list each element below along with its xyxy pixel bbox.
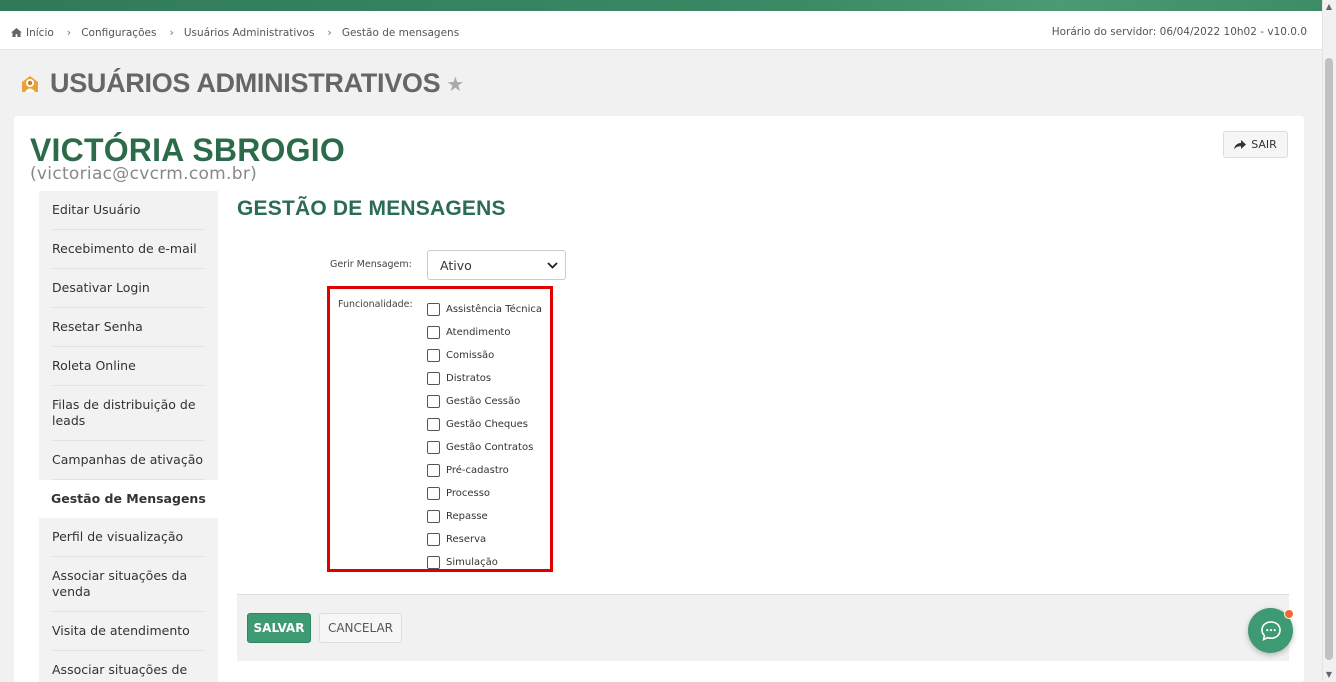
sidebar-item-gestao-mensagens[interactable]: Gestão de Mensagens — [39, 480, 218, 518]
top-accent-bar — [0, 0, 1322, 11]
sidebar-item-label: Desativar Login — [52, 269, 205, 308]
home-icon — [11, 27, 22, 37]
form-actions: SALVAR CANCELAR — [237, 594, 1289, 661]
funcionalidade-label: Funcionalidade: — [338, 299, 413, 310]
functionality-checklist: Assistência Técnica Atendimento Comissão… — [427, 298, 542, 574]
sidebar-item-editar-usuario[interactable]: Editar Usuário — [39, 191, 218, 230]
sidebar-item-associar-situacoes-venda[interactable]: Associar situações da venda — [39, 557, 218, 612]
gerir-mensagem-value: Ativo — [440, 257, 472, 273]
checkbox[interactable] — [427, 464, 440, 477]
sidebar-item-filas-distribuicao[interactable]: Filas de distribuição de leads — [39, 386, 218, 441]
checkbox-pre-cadastro[interactable]: Pré-cadastro — [427, 459, 542, 482]
checkbox-simulacao[interactable]: Simulação — [427, 551, 542, 574]
checkbox-repasse[interactable]: Repasse — [427, 505, 542, 528]
sidebar-item-associar-situacoes[interactable]: Associar situações de — [39, 651, 218, 682]
checkbox-atendimento[interactable]: Atendimento — [427, 321, 542, 344]
sidebar-item-label: Recebimento de e-mail — [52, 230, 205, 269]
checkbox-gestao-cheques[interactable]: Gestão Cheques — [427, 413, 542, 436]
sidebar-item-label: Visita de atendimento — [52, 612, 205, 651]
breadcrumb: Início › Configurações › Usuários Admini… — [11, 26, 459, 39]
checkbox-reserva[interactable]: Reserva — [427, 528, 542, 551]
sidebar-item-label: Associar situações de — [52, 651, 205, 682]
scrollbar-thumb[interactable] — [1325, 58, 1333, 660]
server-time: Horário do servidor: 06/04/2022 10h02 - … — [1051, 26, 1307, 38]
chevron-right-icon: › — [327, 26, 332, 39]
checkbox[interactable] — [427, 510, 440, 523]
sidebar-item-label: Perfil de visualização — [52, 518, 205, 557]
sidebar-item-resetar-senha[interactable]: Resetar Senha — [39, 308, 218, 347]
gerir-mensagem-select[interactable]: Ativo — [427, 250, 566, 280]
checkbox-assistencia-tecnica[interactable]: Assistência Técnica — [427, 298, 542, 321]
checkbox-gestao-contratos[interactable]: Gestão Contratos — [427, 436, 542, 459]
page-title: USUÁRIOS ADMINISTRATIVOS — [50, 68, 441, 98]
gerir-mensagem-label: Gerir Mensagem: — [330, 259, 412, 270]
cancel-button[interactable]: CANCELAR — [319, 613, 402, 643]
notification-dot — [1284, 609, 1294, 619]
share-arrow-icon — [1234, 139, 1247, 149]
save-button[interactable]: SALVAR — [247, 613, 311, 643]
checkbox-label: Distratos — [446, 373, 492, 384]
sidebar-item-visita-atendimento[interactable]: Visita de atendimento — [39, 612, 218, 651]
page-scrollbar[interactable]: ▲ ▼ — [1322, 0, 1336, 682]
checkbox[interactable] — [427, 326, 440, 339]
chevron-right-icon: › — [66, 26, 72, 39]
checkbox-label: Repasse — [446, 511, 488, 522]
checkbox[interactable] — [427, 533, 440, 546]
page-header: USUÁRIOS ADMINISTRATIVOS ★ — [18, 68, 464, 99]
chevron-down-icon — [547, 262, 558, 269]
breadcrumb-label: Início — [26, 26, 54, 39]
checkbox-processo[interactable]: Processo — [427, 482, 542, 505]
sidebar-item-label: Roleta Online — [52, 347, 205, 386]
checkbox-label: Assistência Técnica — [446, 304, 543, 315]
sair-label: SAIR — [1251, 138, 1277, 151]
star-icon[interactable]: ★ — [446, 72, 464, 96]
breadcrumb-item-inicio[interactable]: Início — [11, 27, 54, 39]
scroll-up-icon[interactable]: ▲ — [1325, 3, 1333, 11]
checkbox-gestao-cessao[interactable]: Gestão Cessão — [427, 390, 542, 413]
checkbox-label: Processo — [446, 488, 491, 499]
checkbox[interactable] — [427, 349, 440, 362]
checkbox[interactable] — [427, 441, 440, 454]
checkbox[interactable] — [427, 395, 440, 408]
sidebar: Editar Usuário Recebimento de e-mail Des… — [39, 191, 218, 682]
checkbox-label: Gestão Contratos — [446, 442, 534, 453]
checkbox-label: Reserva — [446, 534, 487, 545]
sidebar-item-recebimento-email[interactable]: Recebimento de e-mail — [39, 230, 218, 269]
checkbox-label: Simulação — [446, 557, 498, 568]
checkbox-comissao[interactable]: Comissão — [427, 344, 542, 367]
breadcrumb-item-configuracoes[interactable]: Configurações — [81, 27, 156, 39]
sidebar-item-label: Resetar Senha — [52, 308, 205, 347]
sidebar-item-roleta-online[interactable]: Roleta Online — [39, 347, 218, 386]
checkbox-label: Pré-cadastro — [446, 465, 509, 476]
scroll-down-icon[interactable]: ▼ — [1325, 671, 1333, 679]
checkbox-label: Comissão — [446, 350, 495, 361]
sidebar-item-label: Campanhas de ativação — [52, 441, 205, 480]
checkbox-label: Gestão Cessão — [446, 396, 521, 407]
chevron-right-icon: › — [169, 26, 174, 39]
checkbox[interactable] — [427, 418, 440, 431]
sidebar-item-desativar-login[interactable]: Desativar Login — [39, 269, 218, 308]
checkbox[interactable] — [427, 487, 440, 500]
sidebar-item-label: Editar Usuário — [52, 191, 205, 230]
checkbox[interactable] — [427, 303, 440, 316]
user-email: (victoriac@cvcrm.com.br) — [30, 164, 258, 184]
checkbox-distratos[interactable]: Distratos — [427, 367, 542, 390]
section-title: GESTÃO DE MENSAGENS — [237, 197, 506, 220]
breadcrumb-item-current: Gestão de mensagens — [341, 26, 460, 39]
breadcrumb-item-usuarios[interactable]: Usuários Administrativos — [184, 27, 315, 39]
checkbox[interactable] — [427, 372, 440, 385]
checkbox-label: Atendimento — [446, 327, 511, 338]
sidebar-item-campanhas-ativacao[interactable]: Campanhas de ativação — [39, 441, 218, 480]
chat-bubble-icon — [1260, 620, 1281, 641]
sidebar-item-label: Associar situações da venda — [52, 557, 205, 612]
sidebar-item-perfil-visualizacao[interactable]: Perfil de visualização — [39, 518, 218, 557]
user-card: VICTÓRIA SBROGIO (victoriac@cvcrm.com.br… — [14, 116, 1304, 682]
sidebar-item-label: Filas de distribuição de leads — [52, 386, 205, 441]
sidebar-item-label: Gestão de Mensagens — [51, 491, 206, 506]
users-admin-icon — [22, 75, 38, 92]
sair-button[interactable]: SAIR — [1223, 131, 1288, 158]
checkbox[interactable] — [427, 556, 440, 569]
checkbox-label: Gestão Cheques — [446, 419, 528, 430]
breadcrumb-bar: Início › Configurações › Usuários Admini… — [0, 11, 1322, 50]
